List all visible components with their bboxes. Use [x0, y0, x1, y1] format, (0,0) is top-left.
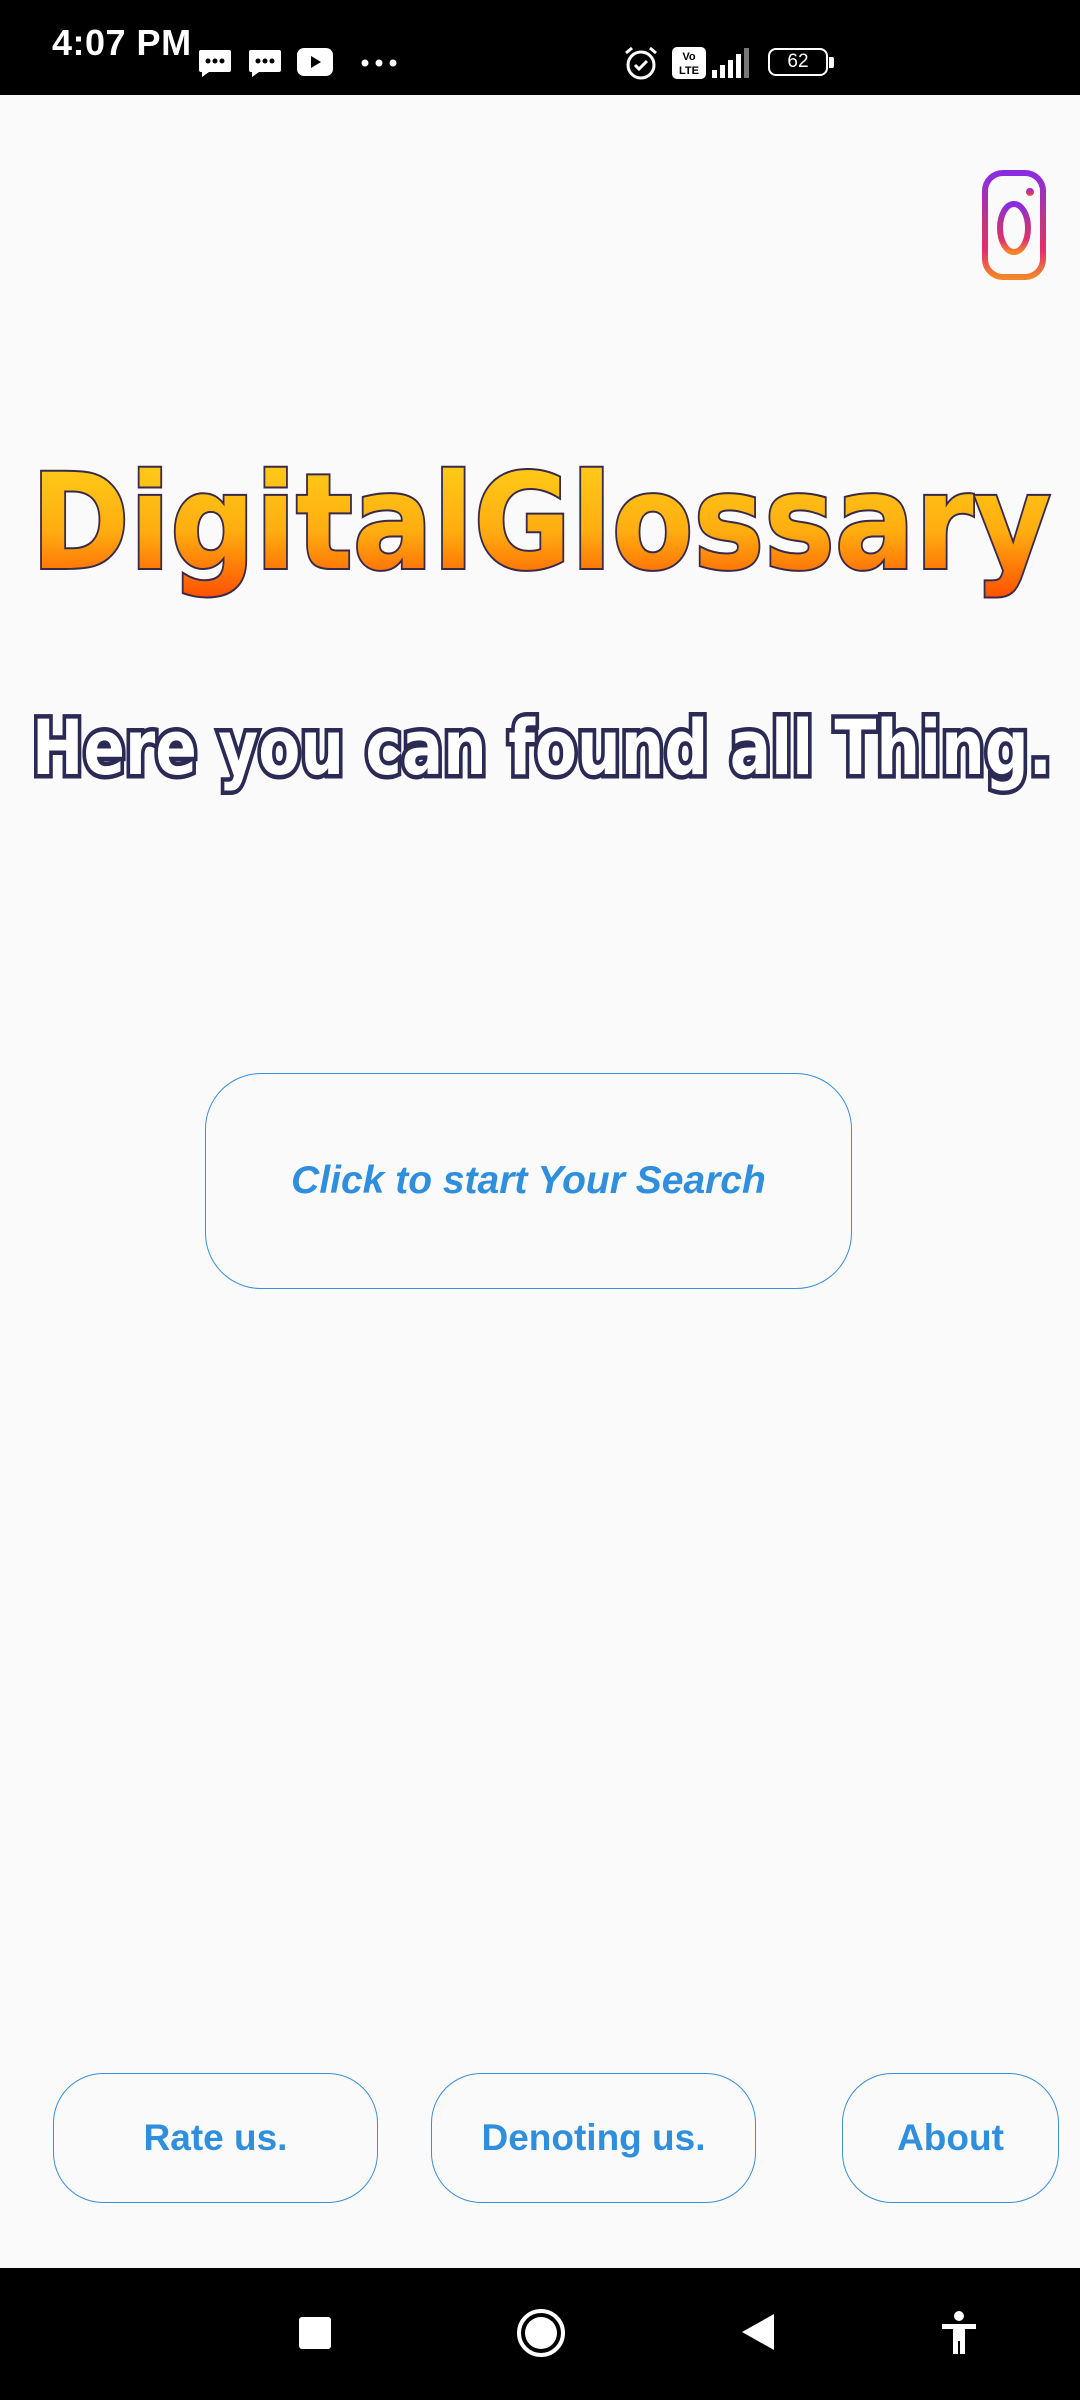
battery-level: 62 [787, 51, 809, 72]
status-time: 4:07 PM [52, 22, 192, 63]
donate-button[interactable]: Denoting us. [431, 2073, 756, 2203]
start-search-button[interactable]: Click to start Your Search [205, 1073, 852, 1289]
battery-icon: 62 [768, 48, 836, 80]
svg-text:LTE: LTE [679, 65, 699, 77]
back-icon[interactable] [740, 2312, 776, 2352]
volte-icon: Vo LTE [672, 47, 706, 79]
app-subtitle: Here you can found all Thing. [28, 699, 1057, 797]
message-icon [199, 50, 231, 77]
app-subtitle-text: Here you can found all Thing. [32, 703, 1052, 792]
instagram-icon[interactable] [982, 170, 1046, 280]
about-button[interactable]: About [842, 2073, 1059, 2203]
rate-us-button[interactable]: Rate us. [53, 2073, 378, 2203]
more-dots-icon [361, 59, 397, 67]
home-icon[interactable] [516, 2308, 566, 2358]
about-label: About [897, 2117, 1004, 2158]
system-nav-bar [0, 2268, 1080, 2400]
accessibility-icon[interactable] [940, 2310, 978, 2356]
donate-label: Denoting us. [481, 2117, 706, 2158]
app-title: DigitalGlossary [29, 444, 1053, 600]
alarm-icon [625, 46, 657, 80]
rate-us-label: Rate us. [143, 2117, 288, 2158]
youtube-icon [297, 48, 333, 76]
svg-text:Vo: Vo [682, 51, 696, 63]
start-search-label: Click to start Your Search [291, 1159, 766, 1202]
recents-icon[interactable] [298, 2316, 332, 2350]
status-bar: 4:07 PM Vo LTE 62 [0, 0, 1080, 95]
app-title-text: DigitalGlossary [31, 446, 1051, 600]
signal-icon [712, 48, 749, 78]
message-icon [249, 50, 281, 77]
